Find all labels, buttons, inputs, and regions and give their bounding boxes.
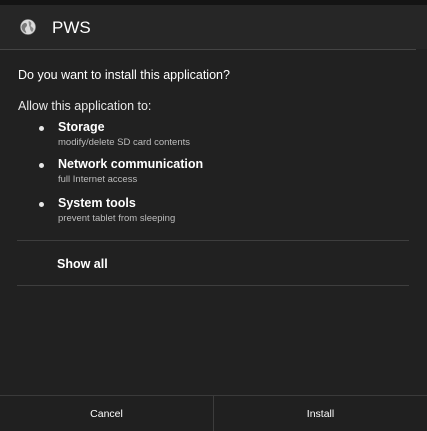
allow-label: Allow this application to: bbox=[18, 99, 152, 113]
permission-description: modify/delete SD card contents bbox=[58, 137, 191, 148]
title-divider bbox=[0, 49, 416, 50]
permission-title: System tools bbox=[58, 196, 136, 210]
globe-icon bbox=[20, 19, 36, 35]
install-button[interactable]: Install bbox=[214, 396, 427, 431]
bullet-icon bbox=[39, 202, 44, 207]
permission-item-network: Network communication full Internet acce… bbox=[0, 157, 427, 193]
show-all-button[interactable]: Show all bbox=[17, 241, 409, 285]
permission-item-storage: Storage modify/delete SD card contents bbox=[0, 120, 427, 156]
app-name: PWS bbox=[52, 18, 91, 37]
show-all-label: Show all bbox=[57, 257, 108, 271]
dialog-titlebar: PWS bbox=[0, 5, 427, 49]
permission-description: full Internet access bbox=[58, 174, 138, 185]
install-question: Do you want to install this application? bbox=[18, 68, 230, 82]
cancel-button[interactable]: Cancel bbox=[0, 396, 213, 431]
bullet-icon bbox=[39, 163, 44, 168]
permission-title: Storage bbox=[58, 120, 105, 134]
permission-title: Network communication bbox=[58, 157, 204, 171]
bullet-icon bbox=[39, 126, 44, 131]
permission-description: prevent tablet from sleeping bbox=[58, 213, 176, 224]
divider bbox=[17, 285, 409, 286]
permission-item-system-tools: System tools prevent tablet from sleepin… bbox=[0, 196, 427, 232]
